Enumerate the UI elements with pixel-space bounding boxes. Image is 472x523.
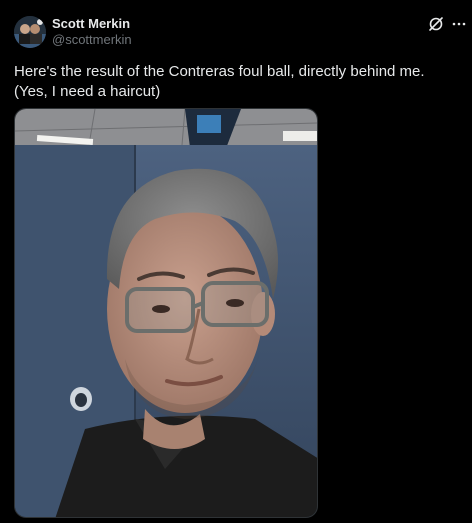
post-text: Here's the result of the Contreras foul … [14,63,425,100]
more-icon[interactable] [452,16,466,32]
author-handle[interactable]: @scottmerkin [52,32,132,48]
post-photo[interactable] [14,108,318,518]
grok-icon[interactable] [428,16,444,32]
avatar[interactable] [14,16,46,48]
post: Scott Merkin @scottmerkin Here's the res… [0,0,472,523]
author-name[interactable]: Scott Merkin [52,16,130,32]
